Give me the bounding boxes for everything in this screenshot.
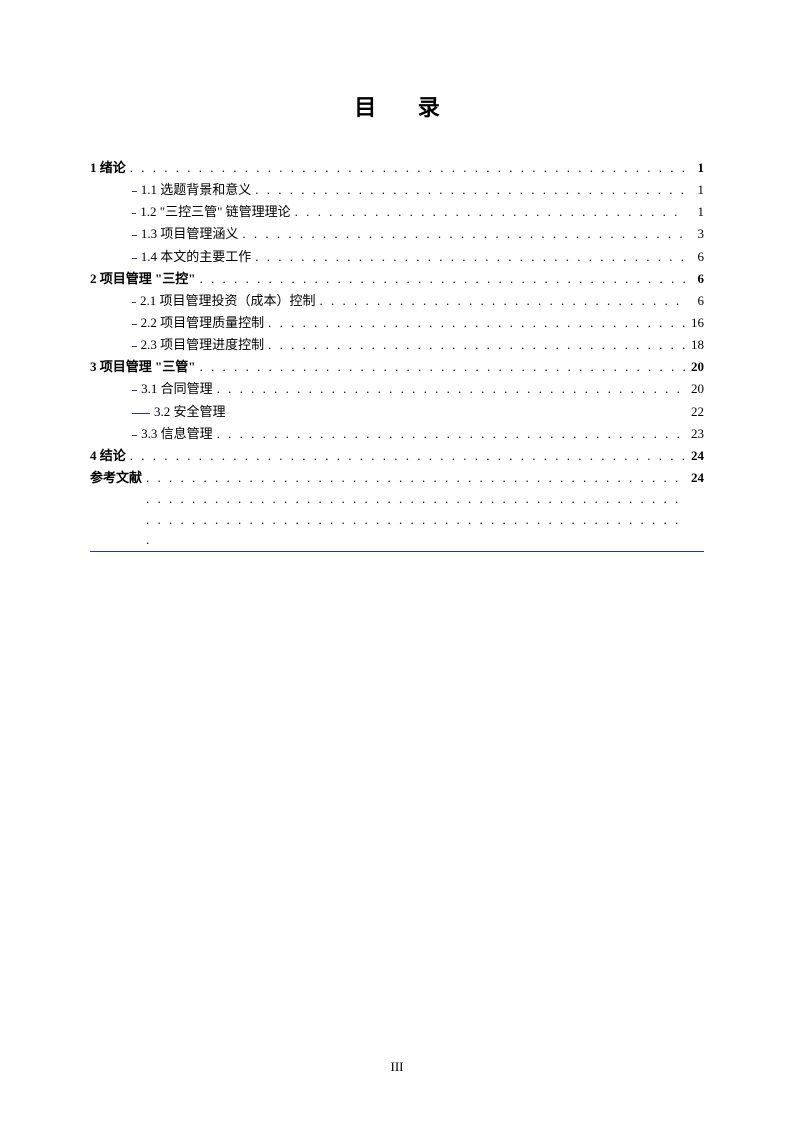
toc-entry[interactable]: 4 结论 24 <box>90 446 704 466</box>
toc-page-number: 6 <box>686 291 704 311</box>
toc-label: 1.4 本文的主要工作 <box>141 247 252 267</box>
toc-leader <box>291 202 686 222</box>
toc-label: 3 项目管理 "三管" <box>90 357 195 377</box>
hyperlink-underline-icon <box>132 435 137 436</box>
hyperlink-underline-icon <box>132 235 137 236</box>
toc-entry[interactable]: 1 绪论 1 <box>90 158 704 178</box>
hyperlink-underline-icon <box>132 258 137 259</box>
toc-leader <box>195 269 686 289</box>
toc-entry[interactable]: 1.2 "三控三管" 链管理理论 1 <box>90 202 704 222</box>
toc-entry[interactable]: 3 项目管理 "三管" 20 <box>90 357 704 377</box>
toc-label: 2 项目管理 "三控" <box>90 269 195 289</box>
toc-leader <box>195 357 686 377</box>
hyperlink-underline-icon <box>132 191 137 192</box>
toc-leader <box>264 313 686 333</box>
toc-leader <box>316 291 686 311</box>
toc-leader <box>213 424 686 444</box>
toc-page-number: 20 <box>686 379 704 399</box>
hyperlink-underline-icon <box>132 302 136 303</box>
toc-page-number: 20 <box>686 357 704 377</box>
toc-entry-references[interactable]: 参考文献 24 <box>90 468 704 552</box>
toc-page-number: 22 <box>686 402 704 422</box>
toc-label: 1.2 "三控三管" 链管理理论 <box>140 202 290 222</box>
toc-label: 4 结论 <box>90 446 126 466</box>
toc-entry[interactable]: 1.3 项目管理涵义 3 <box>90 224 704 244</box>
toc-list: 1 绪论11.1 选题背景和意义11.2 "三控三管" 链管理理论11.3 项目… <box>90 158 704 466</box>
toc-label: 3.2 安全管理 <box>154 402 226 422</box>
toc-title: 目 录 <box>90 90 704 122</box>
toc-page-number: 1 <box>686 202 704 222</box>
toc-page-number: 23 <box>686 424 704 444</box>
toc-page-number: 24 <box>686 446 704 466</box>
toc-label: 2.1 项目管理投资（成本）控制 <box>140 291 316 311</box>
toc-leader <box>264 335 686 355</box>
toc-entry[interactable]: 2.3 项目管理进度控制 18 <box>90 335 704 355</box>
toc-leader <box>126 446 686 466</box>
toc-leader <box>213 379 686 399</box>
page-number-footer: III <box>0 1059 794 1075</box>
toc-leader <box>251 180 686 200</box>
toc-entry[interactable]: 1.4 本文的主要工作 6 <box>90 247 704 267</box>
hyperlink-underline-icon <box>132 213 136 214</box>
toc-page-number: 6 <box>686 247 704 267</box>
toc-page-number: 18 <box>686 335 704 355</box>
toc-label: 参考文献 <box>90 468 142 489</box>
toc-leader <box>126 158 686 178</box>
toc-leader <box>142 468 686 551</box>
toc-leader <box>238 224 686 244</box>
toc-label: 3.3 信息管理 <box>141 424 213 444</box>
toc-page-number: 24 <box>686 468 704 489</box>
toc-label: 2.3 项目管理进度控制 <box>141 335 265 355</box>
hyperlink-underline-icon <box>132 324 137 325</box>
toc-page-number: 1 <box>686 180 704 200</box>
toc-page-number: 1 <box>686 158 704 178</box>
toc-entry[interactable]: 3.2 安全管理 22 <box>90 402 704 422</box>
hyperlink-underline-icon <box>132 390 137 391</box>
toc-entry[interactable]: 1.1 选题背景和意义 1 <box>90 180 704 200</box>
toc-label: 3.1 合同管理 <box>141 379 213 399</box>
toc-label: 2.2 项目管理质量控制 <box>141 313 265 333</box>
hyperlink-underline-icon <box>132 413 150 414</box>
toc-entry[interactable]: 3.3 信息管理 23 <box>90 424 704 444</box>
toc-page-number: 16 <box>686 313 704 333</box>
document-page: 目 录 1 绪论11.1 选题背景和意义11.2 "三控三管" 链管理理论11.… <box>0 0 794 1123</box>
hyperlink-underline-icon <box>132 346 137 347</box>
toc-label: 1.1 选题背景和意义 <box>141 180 252 200</box>
toc-leader <box>251 247 686 267</box>
toc-entry[interactable]: 2.2 项目管理质量控制 16 <box>90 313 704 333</box>
toc-page-number: 3 <box>686 224 704 244</box>
toc-label: 1.3 项目管理涵义 <box>141 224 239 244</box>
toc-entry[interactable]: 2 项目管理 "三控" 6 <box>90 269 704 289</box>
toc-page-number: 6 <box>686 269 704 289</box>
toc-entry[interactable]: 2.1 项目管理投资（成本）控制 6 <box>90 291 704 311</box>
toc-label: 1 绪论 <box>90 158 126 178</box>
toc-entry[interactable]: 3.1 合同管理 20 <box>90 379 704 399</box>
